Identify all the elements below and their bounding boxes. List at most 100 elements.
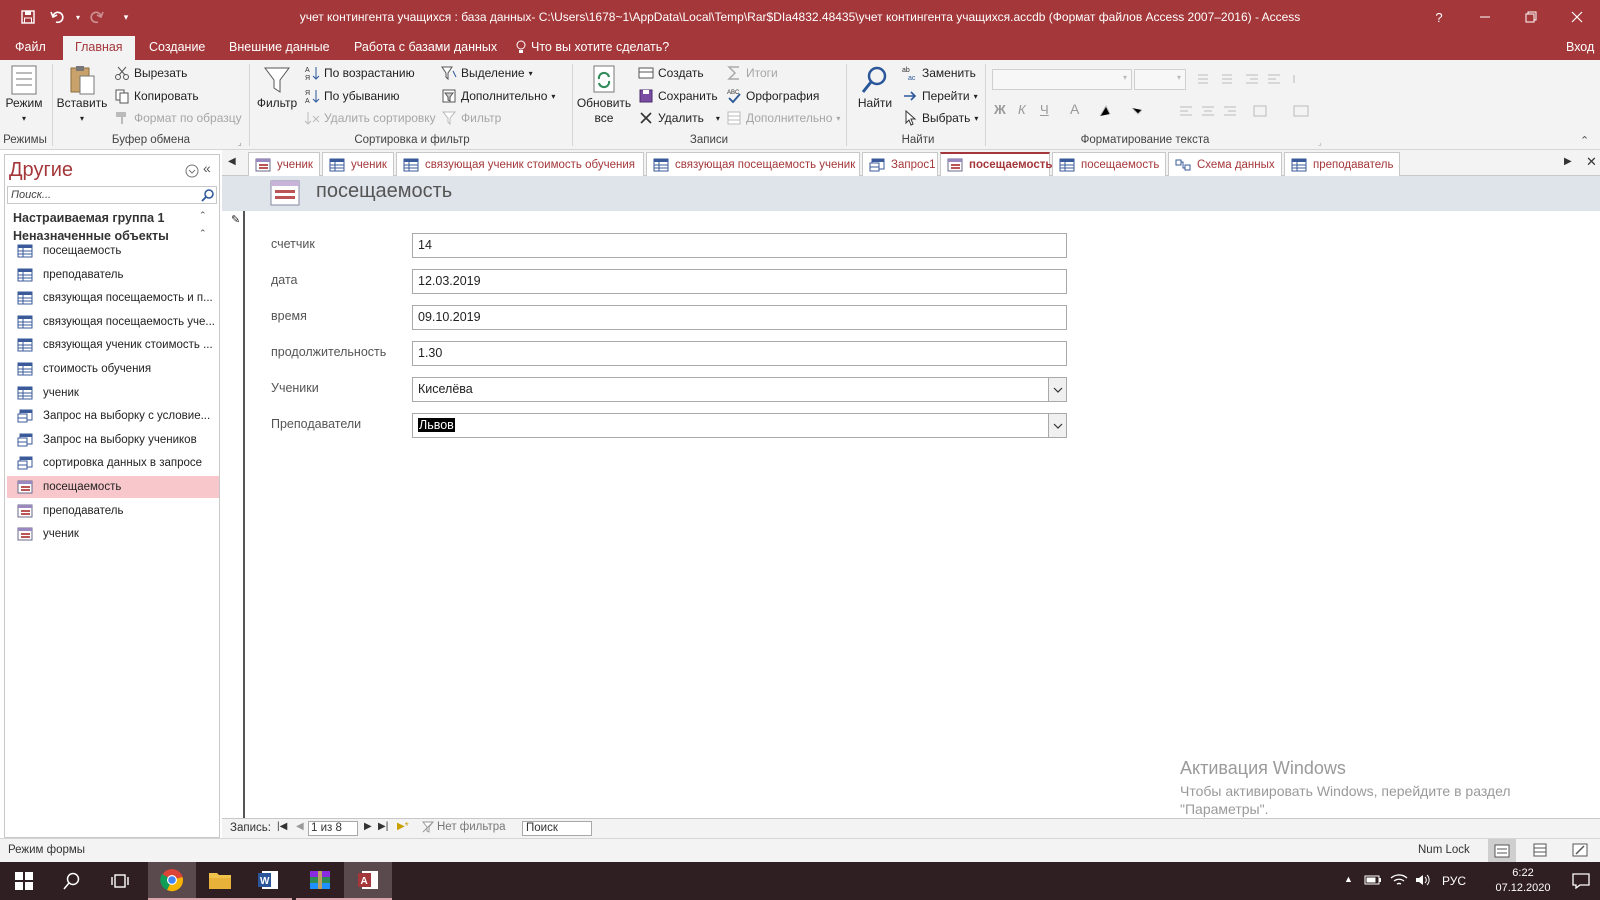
totals-button[interactable]: Итоги [726,65,778,81]
advanced-filter-button[interactable]: Дополнительно ▾ [441,88,555,104]
date-field[interactable]: 12.03.2019 [412,269,1067,294]
restore-button[interactable] [1508,0,1554,34]
show-hidden-icons[interactable]: ▲ [1344,874,1353,884]
italic-button[interactable]: К [1018,102,1026,117]
nav-search-input[interactable]: Поиск... [7,186,217,204]
dialog-launcher-icon[interactable]: ⌟ [1318,138,1322,147]
teachers-dropdown-button[interactable] [1048,414,1066,437]
form-view-button[interactable] [1488,839,1516,862]
winrar-taskbar-button[interactable] [296,862,344,900]
nav-object-item[interactable]: Запрос на выборку учеников [7,429,219,451]
save-record-button[interactable]: Сохранить [638,88,718,104]
document-tab[interactable]: связующая посещаемость ученик [646,152,860,176]
replace-button[interactable]: ab ac Заменить [902,65,976,81]
filter-status[interactable]: Нет фильтра [422,821,506,833]
close-document-icon[interactable]: ✕ [1586,154,1597,170]
nav-object-item[interactable]: связующая посещаемость уче... [7,311,219,333]
document-tab[interactable]: ученик [248,152,320,176]
nav-object-item[interactable]: посещаемость [7,476,219,498]
cut-button[interactable]: Вырезать [114,65,187,81]
teachers-combo[interactable]: Львов [412,413,1067,438]
counter-field[interactable]: 14 [412,233,1067,258]
nav-menu-dropdown-icon[interactable] [185,164,199,178]
scroll-tabs-right-icon[interactable]: ▶ [1564,156,1572,167]
next-record-icon[interactable]: ▶ [364,821,372,832]
collapse-ribbon-icon[interactable]: ⌃ [1580,134,1589,147]
clock[interactable]: 6:22 07.12.2020 [1478,866,1568,896]
delete-record-button[interactable]: Удалить ▾ [638,110,720,126]
layout-view-button[interactable] [1532,843,1548,857]
document-tab[interactable]: преподаватель [1284,152,1400,176]
nav-object-item[interactable]: ученик [7,523,219,545]
nav-object-item[interactable]: сортировка данных в запросе [7,452,219,474]
previous-record-icon[interactable]: ◀ [296,821,304,832]
document-tab[interactable]: Запрос1 [862,152,938,176]
new-record-button[interactable]: Создать [638,65,704,81]
explorer-taskbar-button[interactable] [196,862,244,900]
record-search-input[interactable]: Поиск [522,821,592,836]
goto-button[interactable]: Перейти ▾ [902,88,978,104]
sort-descending-button[interactable]: ЯA По убыванию [304,88,400,104]
nav-object-item[interactable]: ученик [7,382,219,404]
bold-button[interactable]: Ж [994,102,1006,117]
font-color-button[interactable]: A [1070,101,1079,117]
students-combo[interactable]: Киселёва [412,377,1067,402]
format-painter-button[interactable]: Формат по образцу [114,110,242,126]
more-records-button[interactable]: Дополнительно ▾ [726,110,840,126]
notifications-icon[interactable] [1572,873,1590,889]
font-size-combo[interactable]: ▾ [1134,69,1186,90]
shutter-bar-close-icon[interactable]: « [203,160,211,176]
battery-icon[interactable] [1364,873,1382,887]
selection-button[interactable]: Выделение ▾ [441,65,533,81]
word-taskbar-button[interactable]: W [244,862,292,900]
document-tab[interactable]: ученик [322,152,394,176]
view-button[interactable]: Режим ▾ [2,64,46,126]
minimize-button[interactable] [1462,0,1508,34]
nav-object-item[interactable]: Запрос на выборку с условие... [7,405,219,427]
filter-button[interactable]: Фильтр [254,64,300,111]
paste-button[interactable]: Вставить ▾ [56,64,108,126]
dialog-launcher-icon[interactable]: ⌟ [238,138,242,147]
current-record-box[interactable]: 1 из 8 [308,821,358,836]
first-record-icon[interactable]: |◀ [277,821,287,832]
sign-in-link[interactable]: Вход [1554,34,1600,60]
time-field[interactable]: 09.10.2019 [412,305,1067,330]
collapse-group-icon[interactable]: ⌃ [199,228,207,239]
refresh-all-button[interactable]: Обновить все [576,64,632,126]
help-button[interactable]: ? [1416,0,1462,34]
sort-ascending-button[interactable]: AЯ По возрастанию [304,65,415,81]
tab-home[interactable]: Главная [63,36,135,60]
font-name-combo[interactable]: ▾ [992,69,1132,90]
wifi-icon[interactable] [1390,873,1408,887]
nav-object-item[interactable]: связующая ученик стоимость ... [7,334,219,356]
tab-create[interactable]: Создание [137,34,217,60]
find-button[interactable]: Найти [852,64,898,111]
tab-file[interactable]: Файл [3,34,58,60]
close-button[interactable] [1554,0,1600,34]
start-button[interactable] [0,862,48,900]
document-tab[interactable]: посещаемость [940,152,1052,176]
nav-object-item[interactable]: посещаемость [7,240,219,262]
search-icon[interactable] [201,188,215,202]
document-tab[interactable]: Схема данных [1168,152,1282,176]
document-tab[interactable]: посещаемость [1052,152,1166,176]
new-record-nav-icon[interactable]: ▶* [397,821,409,832]
design-view-button[interactable] [1572,843,1588,857]
nav-group-custom[interactable]: Настраиваемая группа 1 [13,211,165,225]
task-view-button[interactable] [96,862,144,900]
students-dropdown-button[interactable] [1048,378,1066,401]
nav-object-item[interactable]: преподаватель [7,264,219,286]
remove-sort-button[interactable]: Удалить сортировку [304,110,436,126]
last-record-icon[interactable]: ▶| [378,821,388,832]
document-tab[interactable]: связующая ученик стоимость обучения [396,152,644,176]
nav-pane-title[interactable]: Другие [9,159,73,182]
nav-object-item[interactable]: преподаватель [7,500,219,522]
chrome-taskbar-button[interactable] [148,862,196,900]
search-taskbar-button[interactable] [48,862,96,900]
scroll-tabs-left-icon[interactable]: ◀ [228,156,236,167]
nav-object-item[interactable]: связующая посещаемость и п... [7,287,219,309]
nav-object-item[interactable]: стоимость обучения [7,358,219,380]
duration-field[interactable]: 1.30 [412,341,1067,366]
tab-external-data[interactable]: Внешние данные [217,34,342,60]
access-taskbar-button[interactable]: A [344,862,392,900]
